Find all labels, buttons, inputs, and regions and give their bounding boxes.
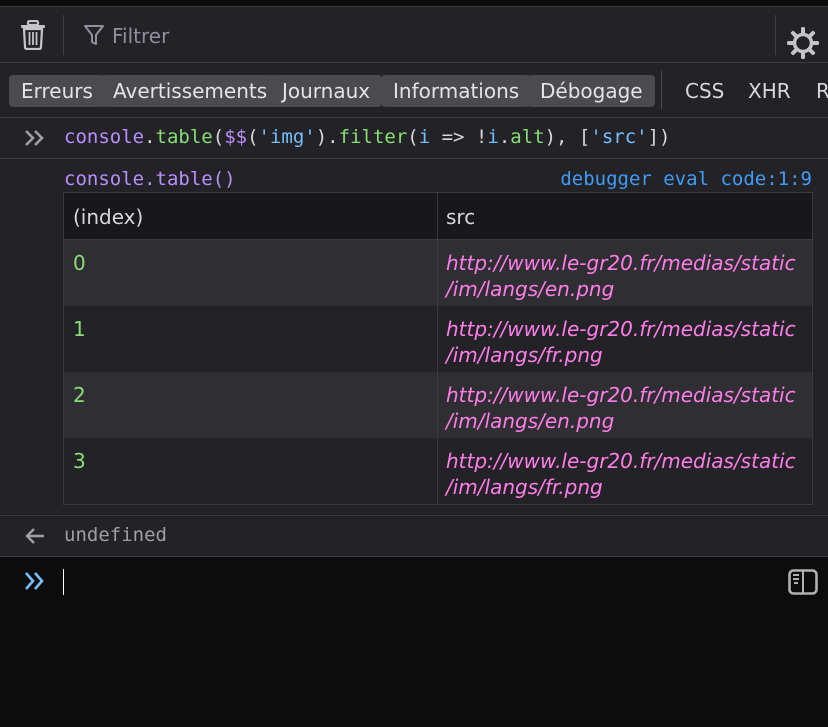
src-line: /im/langs/fr.png: [446, 475, 603, 499]
code-token: (: [407, 126, 419, 148]
window-top-edge: [0, 0, 828, 7]
code-token: i: [487, 126, 499, 148]
code-token: table: [155, 126, 213, 148]
src-line: /im/langs/en.png: [446, 409, 615, 433]
row-index: 2: [64, 372, 438, 438]
filter-warnings-button[interactable]: Avertissements: [101, 75, 280, 107]
code-token: filter: [338, 126, 408, 148]
column-header-index[interactable]: (index): [64, 193, 438, 239]
code-token: console: [64, 126, 145, 148]
console-input[interactable]: [66, 565, 770, 599]
code-token: alt: [510, 126, 545, 148]
code-token: ), [: [544, 126, 591, 148]
text-caret: [63, 569, 64, 595]
row-src[interactable]: http://www.le-gr20.fr/medias/static /im/…: [438, 372, 812, 438]
table-row: 3 http://www.le-gr20.fr/medias/static /i…: [64, 438, 812, 504]
trash-icon[interactable]: [20, 20, 46, 50]
table-row: 1 http://www.le-gr20.fr/medias/static /i…: [64, 306, 812, 372]
gear-icon[interactable]: [786, 26, 820, 60]
code-token: 'img': [258, 126, 316, 148]
double-chevron-right-icon: [25, 130, 44, 146]
log-level-filter-bar: Erreurs Avertissements Journaux Informat…: [0, 63, 828, 118]
result-value[interactable]: undefined: [64, 524, 167, 546]
row-index: 0: [64, 240, 438, 306]
filter-requests-button[interactable]: Requêtes: [816, 75, 828, 107]
arrow-left-icon: [25, 528, 44, 544]
toolbar-separator: [775, 15, 776, 55]
row-src[interactable]: http://www.le-gr20.fr/medias/static /im/…: [438, 306, 812, 372]
row-src[interactable]: http://www.le-gr20.fr/medias/static /im/…: [438, 438, 812, 504]
table-row: 2 http://www.le-gr20.fr/medias/static /i…: [64, 372, 812, 438]
filter-input[interactable]: [110, 19, 754, 53]
console-prompt: [0, 557, 828, 727]
filter-logs-button[interactable]: Journaux: [270, 75, 383, 107]
code-token: .: [144, 126, 156, 148]
code-token: i: [418, 126, 431, 148]
filter-info-button[interactable]: Informations: [381, 75, 532, 107]
row-src[interactable]: http://www.le-gr20.fr/medias/static /im/…: [438, 240, 812, 306]
src-line: http://www.le-gr20.fr/medias/static: [446, 251, 796, 275]
src-line: /im/langs/fr.png: [446, 343, 603, 367]
double-chevron-right-icon: [25, 572, 44, 590]
code-token: ).: [315, 126, 339, 148]
column-header-src[interactable]: src: [438, 193, 812, 239]
src-line: http://www.le-gr20.fr/medias/static: [446, 449, 796, 473]
code-token: .: [498, 126, 511, 148]
filter-css-button[interactable]: CSS: [685, 75, 724, 107]
console-table: (index) src 0 http://www.le-gr20.fr/medi…: [63, 192, 813, 505]
table-header-row: (index) src: [64, 193, 812, 240]
code-token: (: [247, 126, 259, 148]
src-line: /im/langs/en.png: [446, 277, 615, 301]
source-location-link[interactable]: debugger eval code:1:9: [560, 168, 812, 190]
input-command-code[interactable]: console.table($$('img').filter(i => !i.a…: [64, 126, 670, 148]
src-line: http://www.le-gr20.fr/medias/static: [446, 317, 796, 341]
code-token: ]): [647, 126, 671, 148]
row-index: 1: [64, 306, 438, 372]
src-line: http://www.le-gr20.fr/medias/static: [446, 383, 796, 407]
row-index: 3: [64, 438, 438, 504]
code-token: $$: [224, 126, 248, 148]
filter-debug-button[interactable]: Débogage: [528, 75, 655, 107]
table-row: 0 http://www.le-gr20.fr/medias/static /i…: [64, 240, 812, 306]
console-input-message: console.table($$('img').filter(i => !i.a…: [0, 118, 828, 159]
split-editor-icon[interactable]: [788, 569, 818, 595]
console-table-output: console.table() debugger eval code:1:9 (…: [0, 159, 828, 516]
code-token: (: [212, 126, 225, 148]
output-header: console.table(): [64, 168, 236, 190]
code-token: 'src': [590, 126, 648, 148]
filter-xhr-button[interactable]: XHR: [748, 75, 791, 107]
filter-separator: [661, 71, 662, 109]
filter-errors-button[interactable]: Erreurs: [9, 75, 105, 107]
toolbar-separator: [63, 15, 64, 55]
code-token: => !: [430, 126, 488, 148]
console-toolbar: [0, 7, 828, 63]
funnel-icon: [84, 25, 104, 45]
console-result-message: undefined: [0, 516, 828, 557]
